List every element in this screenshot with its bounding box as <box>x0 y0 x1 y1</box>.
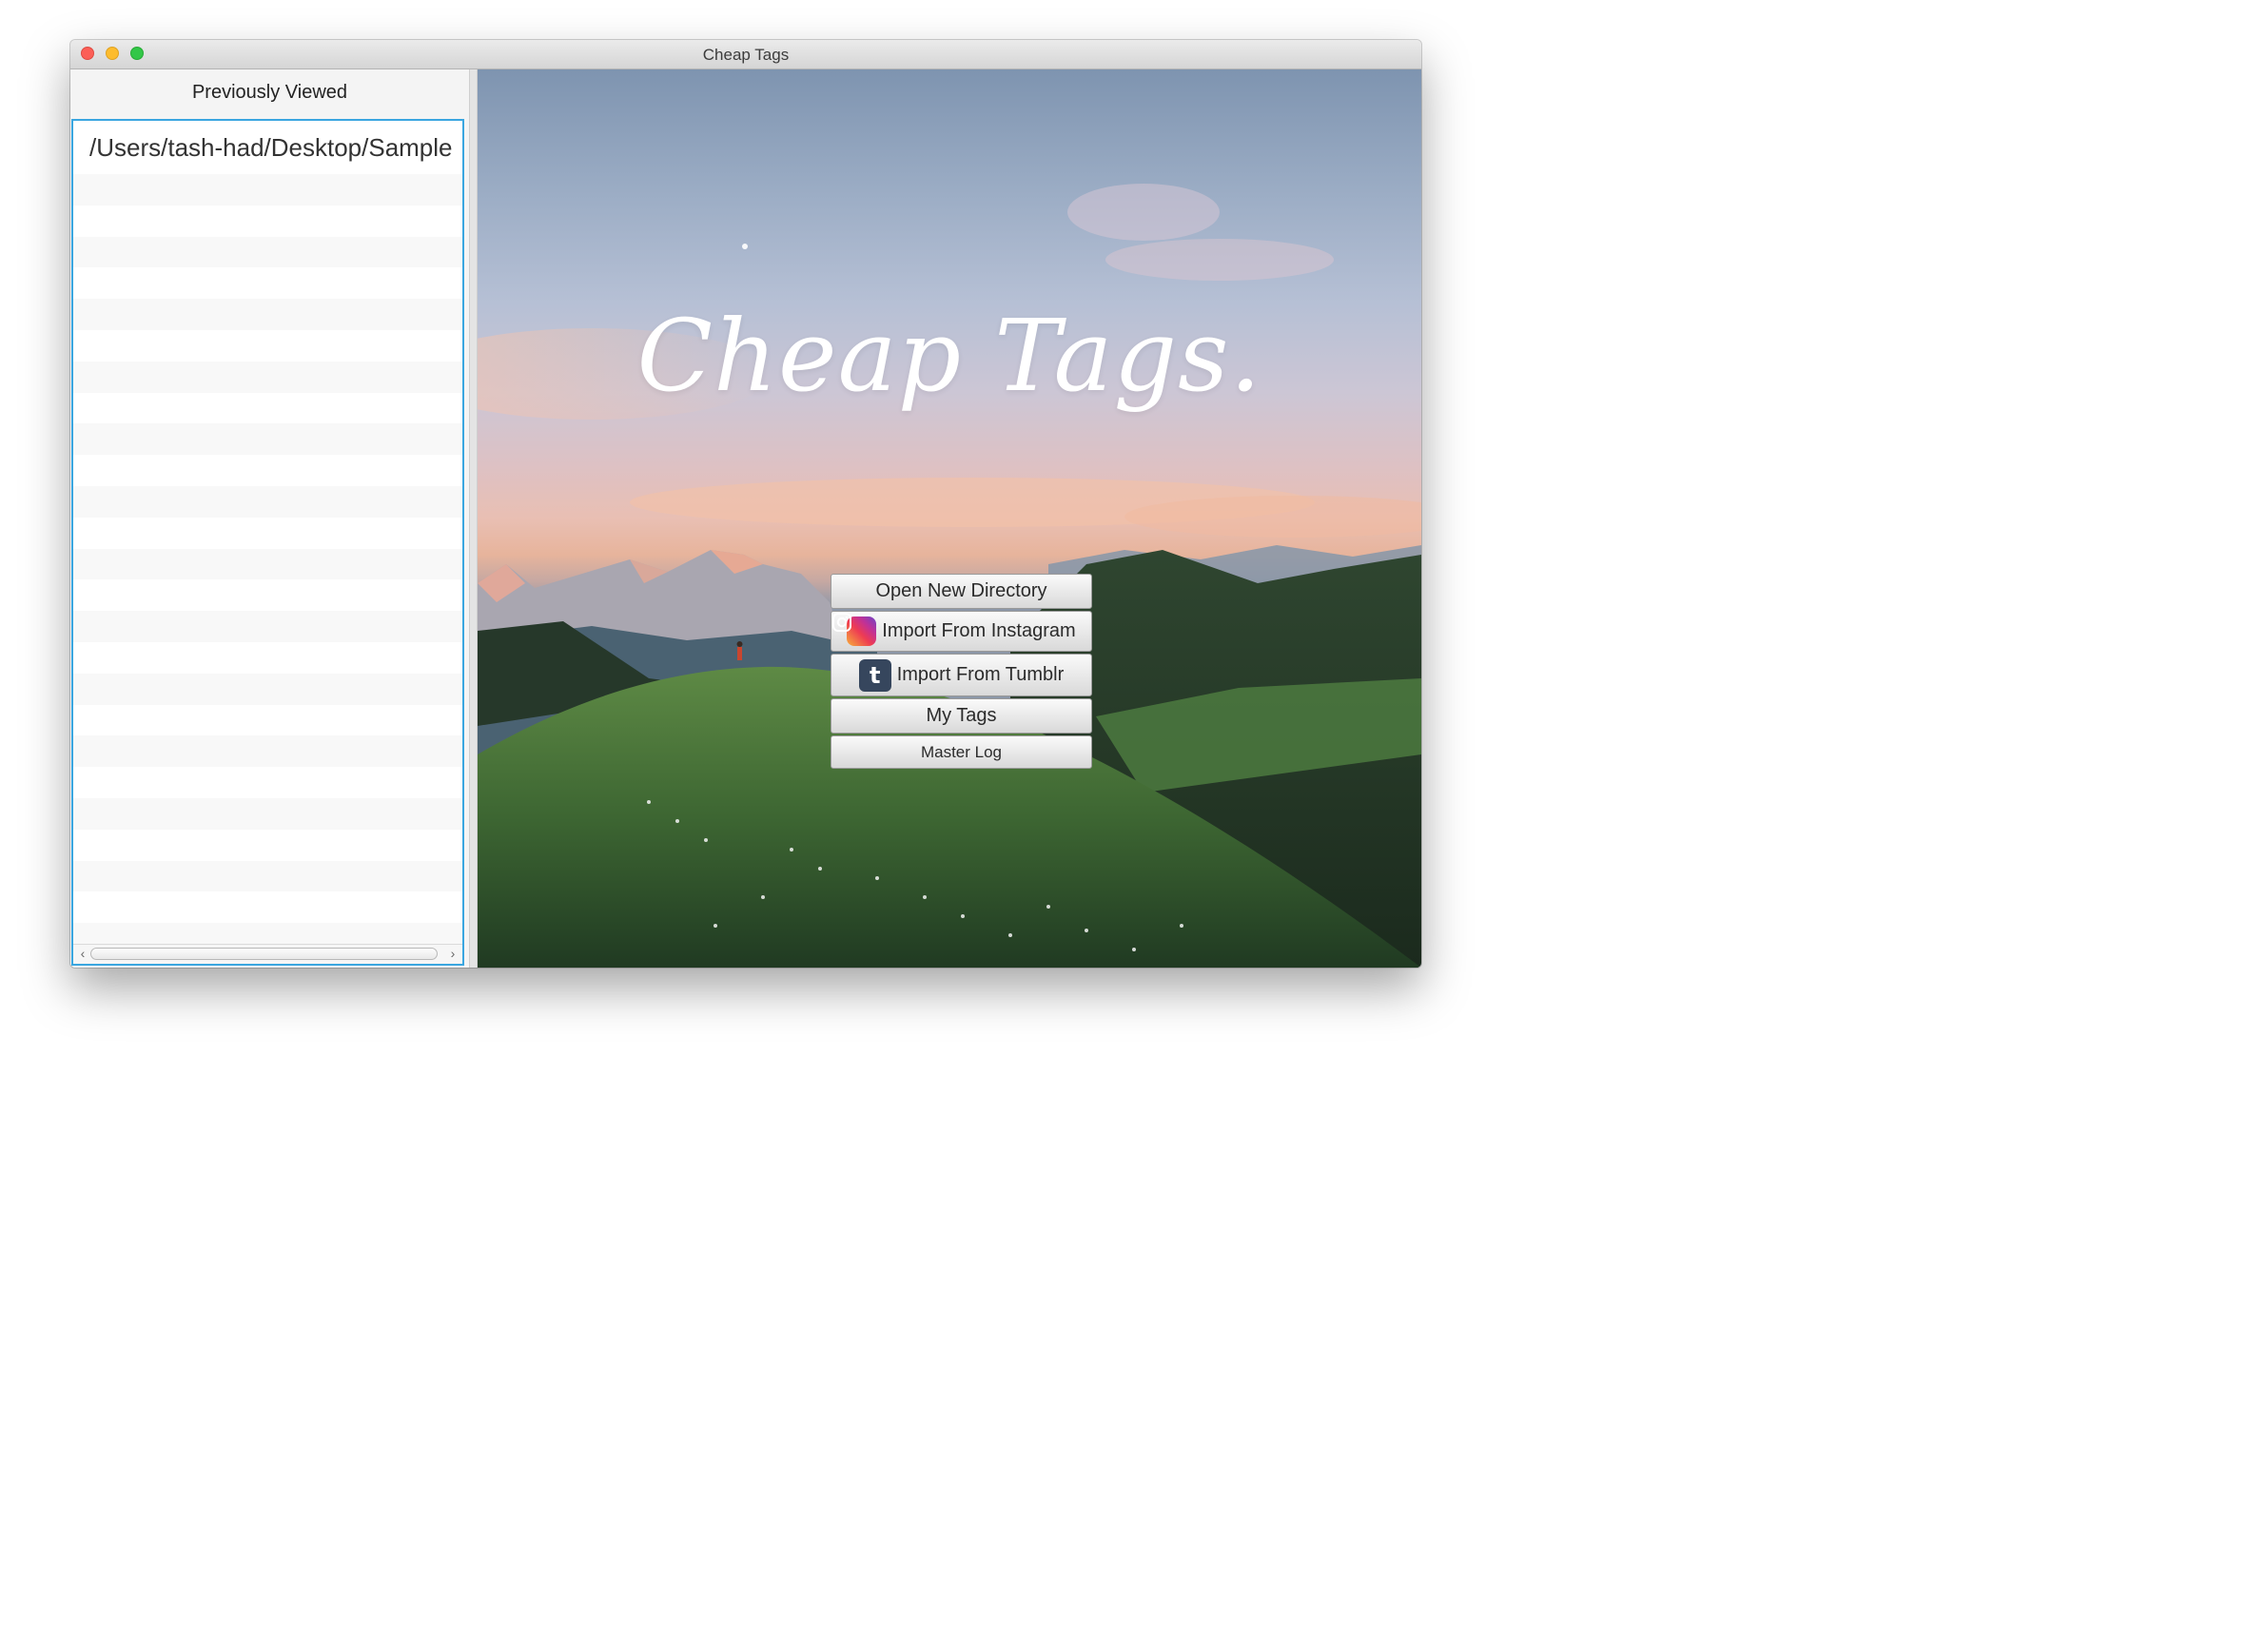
scroll-right-icon[interactable]: › <box>445 945 460 964</box>
empty-list-row <box>73 455 462 486</box>
empty-list-row <box>73 267 462 299</box>
empty-list-row <box>73 767 462 798</box>
empty-list-row <box>73 579 462 611</box>
import-from-instagram-label: Import From Instagram <box>882 620 1076 641</box>
horizontal-scrollbar[interactable]: ‹ › <box>73 944 462 964</box>
empty-list-row <box>73 548 462 580</box>
import-from-tumblr-label: Import From Tumblr <box>896 664 1065 685</box>
my-tags-button[interactable]: My Tags <box>831 698 1092 734</box>
hero-title: Cheap Tags. <box>636 298 1262 414</box>
instagram-icon <box>832 613 877 646</box>
split-pane-divider[interactable] <box>469 69 478 968</box>
master-log-button[interactable]: Master Log <box>831 735 1092 769</box>
empty-list-row <box>73 361 462 393</box>
previously-viewed-list[interactable]: /Users/tash-had/Desktop/Sample ‹ › <box>71 119 464 966</box>
my-tags-label: My Tags <box>926 705 997 726</box>
empty-list-row <box>73 174 462 206</box>
list-rows: /Users/tash-had/Desktop/Sample <box>73 121 462 954</box>
master-log-label: Master Log <box>920 743 1003 761</box>
empty-list-row <box>73 642 462 674</box>
previously-viewed-panel: Previously Viewed /Users/tash-had/Deskto… <box>70 69 469 968</box>
empty-list-row <box>73 797 462 830</box>
hero-background-image: Cheap Tags. Open New Directory Import Fr… <box>478 69 1421 968</box>
list-item[interactable]: /Users/tash-had/Desktop/Sample <box>73 121 462 174</box>
scroll-left-icon[interactable]: ‹ <box>75 945 90 964</box>
empty-list-row <box>73 330 462 362</box>
empty-list-row <box>73 485 462 518</box>
window-title: Cheap Tags <box>702 46 790 64</box>
empty-list-row <box>73 891 462 923</box>
empty-list-row <box>73 206 462 237</box>
app-window: Cheap Tags Previously Viewed /Users/tash… <box>70 40 1421 968</box>
empty-list-row <box>73 518 462 549</box>
empty-list-row <box>73 705 462 736</box>
empty-list-row <box>73 423 462 456</box>
panel-header: Previously Viewed <box>191 82 348 103</box>
title-bar[interactable]: Cheap Tags <box>70 40 1421 69</box>
landscape-illustration <box>478 184 1421 968</box>
empty-list-row <box>73 393 462 424</box>
open-new-directory-button[interactable]: Open New Directory <box>831 574 1092 609</box>
empty-list-row <box>73 735 462 768</box>
empty-list-row <box>73 611 462 642</box>
main-menu: Open New Directory Import From Instagram <box>831 574 1092 771</box>
empty-list-row <box>73 673 462 705</box>
empty-list-row <box>73 830 462 861</box>
import-from-instagram-button[interactable]: Import From Instagram <box>831 611 1092 652</box>
tumblr-icon: t <box>858 658 891 692</box>
empty-list-row <box>73 299 462 330</box>
open-new-directory-label: Open New Directory <box>875 580 1047 601</box>
empty-list-row <box>73 860 462 892</box>
scroll-thumb[interactable] <box>90 948 438 960</box>
empty-list-row <box>73 236 462 268</box>
import-from-tumblr-button[interactable]: t Import From Tumblr <box>831 654 1092 696</box>
